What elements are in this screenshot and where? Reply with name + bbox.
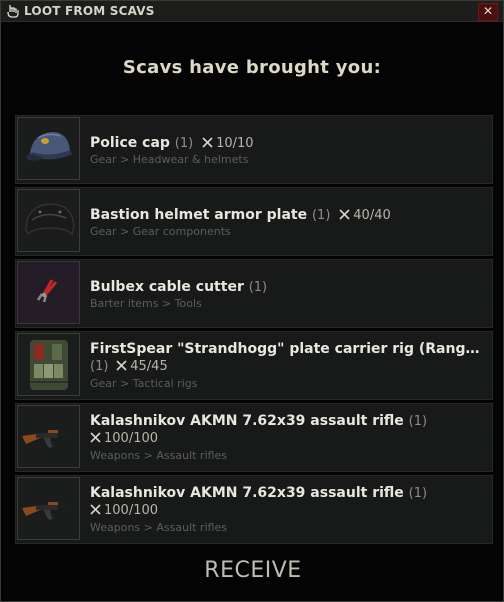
item-category: Gear > Gear components: [90, 225, 231, 238]
item-quantity: (1): [174, 136, 194, 151]
cable-cutter-icon: [36, 279, 58, 303]
list-item[interactable]: Kalashnikov AKMN 7.62x39 assault rifle (…: [15, 403, 493, 472]
durability-icon: [202, 137, 213, 148]
item-thumbnail: [17, 477, 80, 540]
list-item[interactable]: Bulbex cable cutter (1) Barter items > T…: [15, 259, 493, 328]
item-thumbnail: [17, 117, 80, 180]
loot-window: LOOT FROM SCAVS ✕ Scavs have brought you…: [0, 0, 504, 602]
close-button[interactable]: ✕: [478, 3, 498, 21]
item-category: Weapons > Assault rifles: [90, 521, 227, 534]
window-title: LOOT FROM SCAVS: [24, 4, 155, 18]
list-item[interactable]: Police cap (1) 10/10 Gear > Headwear & h…: [15, 115, 493, 184]
durability-icon: [90, 504, 101, 515]
item-quantity: (1): [408, 486, 428, 501]
item-category: Gear > Headwear & helmets: [90, 153, 249, 166]
item-category: Barter items > Tools: [90, 297, 202, 310]
durability-icon: [116, 360, 127, 371]
item-thumbnail: [17, 189, 80, 252]
armor-plate-icon: [25, 203, 75, 235]
rifle-icon: [22, 502, 76, 520]
item-category: Weapons > Assault rifles: [90, 449, 227, 462]
item-quantity: (1): [248, 280, 268, 295]
item-quantity: (1): [408, 414, 428, 429]
police-cap-icon: [26, 132, 72, 161]
item-durability: 45/45: [130, 359, 168, 374]
item-thumbnail: [17, 405, 80, 468]
rifle-icon: [22, 430, 76, 448]
item-name: Police cap: [90, 135, 170, 151]
item-durability: 40/40: [353, 208, 391, 223]
item-thumbnail: [17, 261, 80, 324]
item-category: Gear > Tactical rigs: [90, 377, 198, 390]
item-durability: 100/100: [104, 431, 159, 446]
plate-carrier-icon: [30, 340, 68, 390]
receive-button[interactable]: RECEIVE: [177, 557, 329, 585]
item-name: Bastion helmet armor plate: [90, 207, 308, 223]
item-name: FirstSpear "Strandhogg" plate carrier ri…: [90, 341, 488, 357]
title-bar: LOOT FROM SCAVS ✕: [1, 1, 503, 22]
list-item[interactable]: Kalashnikov AKMN 7.62x39 assault rifle (…: [15, 475, 493, 544]
item-thumbnail: [17, 333, 80, 396]
item-name: Kalashnikov AKMN 7.62x39 assault rifle: [90, 485, 404, 501]
item-name: Bulbex cable cutter: [90, 279, 244, 295]
item-quantity: (1): [311, 208, 331, 223]
durability-icon: [339, 209, 350, 220]
durability-icon: [90, 432, 101, 443]
hand-icon: [7, 5, 19, 18]
item-quantity: (1): [90, 359, 109, 374]
list-item[interactable]: Bastion helmet armor plate (1) 40/40 Gea…: [15, 187, 493, 256]
list-item[interactable]: FirstSpear "Strandhogg" plate carrier ri…: [15, 331, 493, 400]
item-name: Kalashnikov AKMN 7.62x39 assault rifle: [90, 413, 404, 429]
item-durability: 10/10: [216, 136, 254, 151]
item-durability: 100/100: [104, 503, 159, 518]
page-heading: Scavs have brought you:: [122, 57, 382, 78]
